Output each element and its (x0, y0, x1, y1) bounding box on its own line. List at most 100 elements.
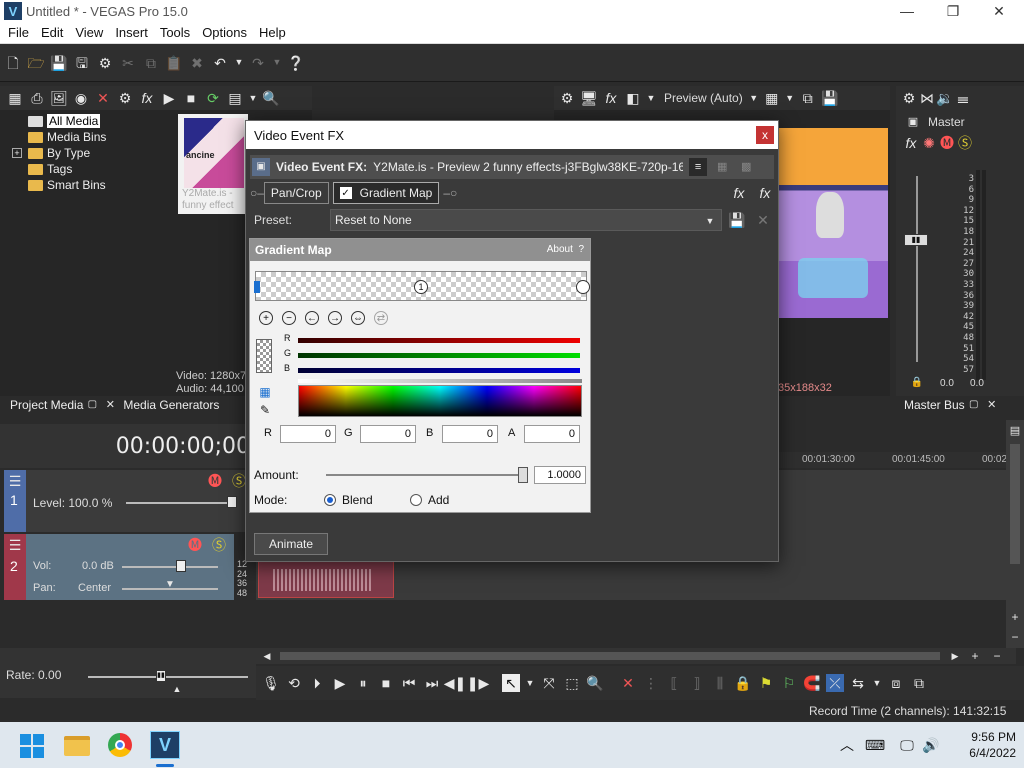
blue-value-field[interactable]: 0 (442, 425, 498, 443)
auto-ripple-icon[interactable]: ⇆ (849, 674, 867, 692)
undo-dropdown-icon[interactable]: ▼ (234, 54, 244, 72)
display-icon[interactable]: 🖵 (898, 736, 916, 754)
trim-icon[interactable]: ⋮ (642, 674, 660, 692)
downmix-icon[interactable]: ⋈ (918, 89, 936, 107)
remove-stop-icon[interactable]: − (282, 311, 296, 325)
rate-slider-track[interactable] (88, 676, 248, 678)
start-button[interactable] (20, 734, 44, 758)
stop-icon[interactable]: ■ (377, 674, 395, 692)
video-output-fx-icon[interactable]: fx (602, 89, 620, 107)
keyboard-icon[interactable]: ⌨ (865, 736, 885, 754)
expand-icon[interactable]: + (12, 148, 22, 158)
vegas-taskbar-icon[interactable]: V (150, 731, 180, 759)
capture-video-icon[interactable]: ⎙ (28, 89, 46, 107)
plugin-chain-fx-icon[interactable]: fx (730, 184, 748, 202)
menu-view[interactable]: View (69, 25, 109, 40)
next-stop-icon[interactable]: → (328, 311, 342, 325)
import-media-icon[interactable]: ▦ (6, 89, 24, 107)
mode-blend-radio[interactable] (324, 494, 336, 506)
delete-icon[interactable]: ✖ (188, 54, 206, 72)
master-fader-track[interactable] (916, 176, 918, 362)
normal-edit-tool-icon[interactable]: ↖ (502, 674, 520, 692)
mixer-icon[interactable]: 𝍢 (954, 89, 972, 107)
cut-icon[interactable]: ✂ (119, 54, 137, 72)
save-icon[interactable]: 💾 (50, 54, 68, 72)
auto-preview-icon[interactable]: ⟳ (204, 89, 222, 107)
insert-region-icon[interactable]: ⚐ (780, 674, 798, 692)
audio-track-header[interactable]: ☰ 2 🅜 Ⓢ Vol: 0.0 dB Pan: Center ▼ (4, 534, 234, 600)
master-fader-knob[interactable]: ▮▮ (904, 234, 928, 246)
preset-dropdown[interactable]: Reset to None ▼ (330, 209, 722, 231)
gradient-bar[interactable]: 1 (254, 271, 590, 301)
close-tab-icon[interactable]: ✕ (101, 396, 119, 414)
properties-gear-icon[interactable]: ⚙ (96, 54, 114, 72)
play-from-start-icon[interactable]: ⏵ (308, 674, 326, 692)
dialog-close-button[interactable]: x (756, 126, 774, 144)
track-menu-icon[interactable]: ☰ (6, 536, 24, 554)
track-solo-icon[interactable]: Ⓢ (210, 536, 228, 554)
menu-tools[interactable]: Tools (154, 25, 196, 40)
split-dropdown-icon[interactable]: ▼ (646, 89, 656, 107)
track-mute-icon[interactable]: 🅜 (206, 472, 224, 490)
zoom-in-vertical-icon[interactable]: + (1006, 608, 1024, 626)
green-channel-slider[interactable]: G (284, 348, 582, 364)
redo-icon[interactable]: ↷ (249, 54, 267, 72)
color-swatch[interactable] (256, 339, 272, 373)
zoom-tool-icon[interactable]: 🔍 (586, 674, 604, 692)
lock-icon[interactable]: 🔒 (908, 374, 926, 392)
record-icon[interactable]: 🎙 (262, 674, 280, 692)
eyedropper-icon[interactable]: ✎ (256, 401, 274, 419)
close-button[interactable]: ✕ (976, 0, 1022, 22)
mute-icon[interactable]: 🅜 (938, 134, 956, 152)
split-screen-icon[interactable]: ◧ (624, 89, 642, 107)
tree-item-tags[interactable]: Tags (28, 161, 72, 177)
auto-crossfade-icon[interactable]: ⤫ (826, 674, 844, 692)
undock-icon[interactable]: ▢ (965, 396, 983, 414)
reverse-stops-icon[interactable]: ⇄ (374, 311, 388, 325)
edit-tool-dropdown-icon[interactable]: ▼ (525, 674, 535, 692)
audio-event-clip[interactable] (258, 560, 394, 598)
automation-icon[interactable]: ✺ (920, 134, 938, 152)
save-as-icon[interactable]: 🖫 (73, 54, 91, 72)
gradient-stop-left[interactable] (254, 281, 260, 293)
track-mute-icon[interactable]: 🅜 (186, 536, 204, 554)
tree-item-smart-bins[interactable]: Smart Bins (28, 177, 106, 193)
new-file-icon[interactable]: 🗋 (4, 54, 22, 72)
level-slider-knob[interactable] (227, 496, 237, 508)
menu-options[interactable]: Options (196, 25, 253, 40)
add-stop-icon[interactable]: + (259, 311, 273, 325)
track-menu-icon[interactable]: ☰ (6, 472, 24, 490)
web-icon[interactable]: ◉ (72, 89, 90, 107)
amount-value-field[interactable]: 1.0000 (534, 466, 586, 484)
lock-events-icon[interactable]: 🔒 (734, 674, 752, 692)
gradient-stop-1[interactable]: 1 (414, 280, 428, 294)
menu-help[interactable]: Help (253, 25, 292, 40)
menu-edit[interactable]: Edit (35, 25, 69, 40)
copy-icon[interactable]: ⧉ (142, 54, 160, 72)
horizontal-scroll-thumb[interactable] (280, 652, 940, 660)
gradient-stop-right[interactable] (576, 280, 590, 294)
minimize-button[interactable]: — (884, 0, 930, 22)
preview-quality-label[interactable]: Preview (Auto) (664, 91, 743, 105)
open-folder-icon[interactable]: 🗁 (27, 54, 45, 72)
vertical-scroll-thumb[interactable] (1010, 444, 1020, 564)
scroll-left-icon[interactable]: ◀ (258, 647, 276, 665)
tab-media-generators[interactable]: Media Generators (123, 398, 219, 412)
undock-icon[interactable]: ▢ (83, 396, 101, 414)
animate-button[interactable]: Animate (254, 533, 328, 555)
trim-start-icon[interactable]: ⟦ (665, 674, 683, 692)
zoom-in-horizontal-icon[interactable]: + (966, 647, 984, 665)
tab-project-media[interactable]: Project Media (10, 398, 83, 412)
paste-icon[interactable]: 📋 (165, 54, 183, 72)
remove-plugin-fx-icon[interactable]: fx (756, 184, 774, 202)
ripple-dropdown-icon[interactable]: ▼ (872, 674, 882, 692)
master-checkbox-icon[interactable]: ▣ (904, 113, 922, 131)
color-model-icon[interactable]: ▦ (256, 383, 274, 401)
redo-dropdown-icon[interactable]: ▼ (272, 54, 282, 72)
fx-chain-menu-icon[interactable]: ≡ (689, 158, 708, 176)
media-thumbnail[interactable]: ancine Y2Mate.is - funny effect (178, 114, 248, 214)
timeline-horizontal-scrollbar[interactable]: ◀ ▶ + − (256, 648, 1016, 664)
next-frame-icon[interactable]: ❚▶ (467, 674, 490, 692)
color-spectrum[interactable] (298, 385, 582, 417)
get-photo-icon[interactable]: 🖼 (50, 89, 68, 107)
